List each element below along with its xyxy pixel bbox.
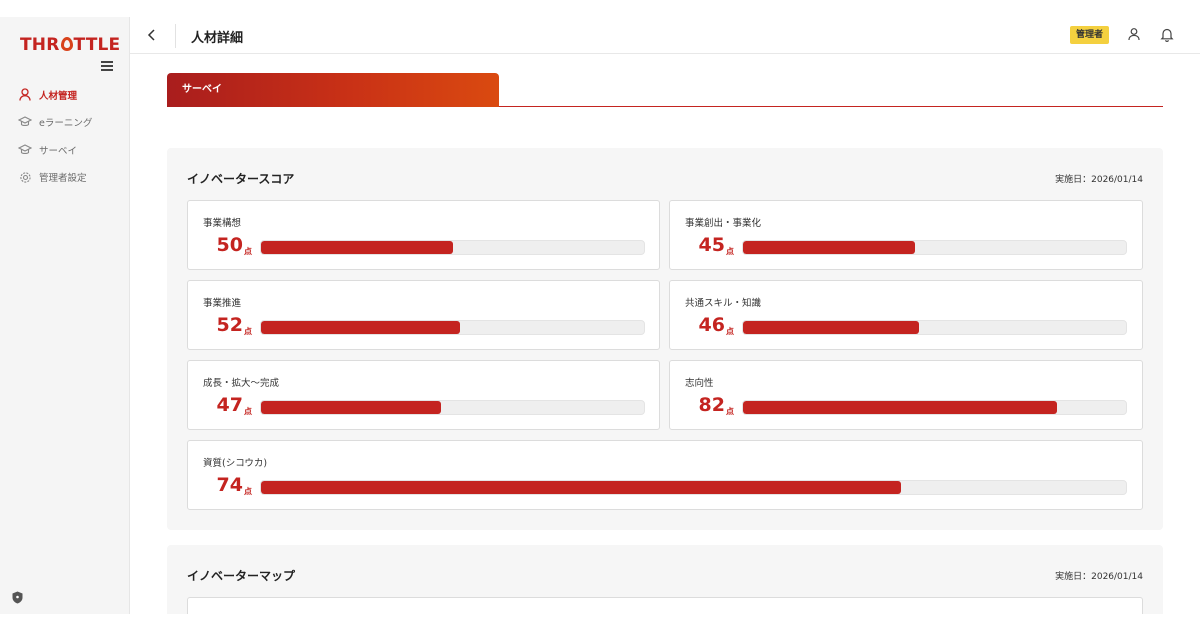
score-label: 事業構想	[203, 218, 242, 229]
main-content: サーベイ イノベータースコア 実施日：2026/01/14 事業構想 50 点 …	[130, 55, 1200, 614]
sidebar-item-label: サーベイ	[39, 145, 78, 157]
survey-date: 実施日：2026/01/14	[1055, 572, 1143, 582]
score-bar	[742, 240, 1127, 255]
score-bar	[260, 480, 1127, 495]
sidebar: THR TTLE 人材管理 eラーニング サーベイ 管理者設定	[0, 17, 130, 614]
section-title: イノベーターマップ	[187, 569, 296, 583]
score-label: 志向性	[685, 378, 714, 389]
score-bar-fill	[261, 481, 902, 494]
score-tile: 事業構想 50 点	[187, 200, 660, 270]
score-value: 82	[698, 394, 725, 416]
score-unit: 点	[726, 247, 734, 256]
gear-icon	[18, 170, 32, 184]
score-tile: 資質(シコウカ) 74 点	[187, 440, 1143, 510]
score-value: 74	[216, 474, 243, 496]
mortarboard-icon	[18, 115, 32, 129]
score-unit: 点	[244, 327, 252, 336]
score-bar-fill	[743, 241, 916, 254]
score-label: 事業推進	[203, 298, 242, 309]
section-title: イノベータースコア	[187, 172, 295, 186]
score-bar-fill	[261, 321, 461, 334]
score-unit: 点	[244, 487, 252, 496]
score-tile: 事業推進 52 点	[187, 280, 660, 350]
user-account-icon[interactable]	[1125, 25, 1143, 43]
score-bar	[742, 320, 1127, 335]
logo-text-right: TTLE	[73, 35, 121, 55]
score-bar	[742, 400, 1127, 415]
score-unit: 点	[244, 247, 252, 256]
page-title: 人材詳細	[191, 31, 244, 46]
top-header: 人材詳細 管理者	[130, 17, 1200, 54]
person-icon	[18, 88, 32, 102]
score-label: 共通スキル・知識	[685, 298, 762, 309]
survey-date: 実施日：2026/01/14	[1055, 175, 1143, 185]
sidebar-item-label: 人材管理	[39, 90, 78, 102]
innovator-map-panel	[187, 597, 1143, 614]
throttle-logo[interactable]: THR TTLE	[20, 35, 120, 55]
shield-icon	[12, 589, 23, 604]
app-window: THR TTLE 人材管理 eラーニング サーベイ 管理者設定 人材詳細 管理者…	[0, 17, 1200, 614]
tab-survey[interactable]: サーベイ	[167, 73, 499, 107]
score-tile: 事業創出・事業化 45 点	[669, 200, 1143, 270]
mortarboard-icon	[18, 143, 32, 157]
score-value: 45	[698, 234, 725, 256]
back-chevron-icon[interactable]	[144, 27, 160, 43]
score-bar	[260, 320, 645, 335]
sidebar-item-label: 管理者設定	[39, 173, 87, 185]
hamburger-menu-icon[interactable]	[101, 61, 113, 71]
score-unit: 点	[244, 407, 252, 416]
score-bar-fill	[261, 401, 441, 414]
flame-icon	[60, 37, 73, 51]
score-label: 事業創出・事業化	[685, 218, 762, 229]
innovator-map-card: イノベーターマップ 実施日：2026/01/14	[167, 545, 1163, 614]
innovator-score-card: イノベータースコア 実施日：2026/01/14 事業構想 50 点 事業創出・…	[167, 148, 1163, 530]
tab-bar: サーベイ	[167, 73, 1163, 107]
score-value: 47	[216, 394, 243, 416]
score-bar-fill	[261, 241, 453, 254]
notification-bell-icon[interactable]	[1158, 25, 1176, 43]
score-tile: 志向性 82 点	[669, 360, 1143, 430]
score-bar-fill	[743, 321, 920, 334]
sidebar-nav: 人材管理 eラーニング サーベイ 管理者設定	[0, 81, 129, 191]
score-value: 46	[698, 314, 725, 336]
role-badge: 管理者	[1070, 26, 1110, 44]
sidebar-item-elearning[interactable]: eラーニング	[0, 109, 129, 137]
score-tile: 共通スキル・知識 46 点	[669, 280, 1143, 350]
score-bar	[260, 400, 645, 415]
score-label: 成長・拡大〜完成	[203, 378, 280, 389]
score-label: 資質(シコウカ)	[203, 458, 268, 469]
score-unit: 点	[726, 407, 734, 416]
score-value: 50	[216, 234, 243, 256]
score-tile: 成長・拡大〜完成 47 点	[187, 360, 660, 430]
sidebar-item-talent-management[interactable]: 人材管理	[0, 81, 129, 109]
score-value: 52	[216, 314, 243, 336]
score-bar-fill	[743, 401, 1058, 414]
score-unit: 点	[726, 327, 734, 336]
sidebar-item-admin-settings[interactable]: 管理者設定	[0, 164, 129, 192]
logo-text-left: THR	[20, 35, 60, 55]
sidebar-item-label: eラーニング	[39, 118, 93, 130]
sidebar-item-survey[interactable]: サーベイ	[0, 136, 129, 164]
score-bar	[260, 240, 645, 255]
header-divider	[175, 24, 176, 48]
